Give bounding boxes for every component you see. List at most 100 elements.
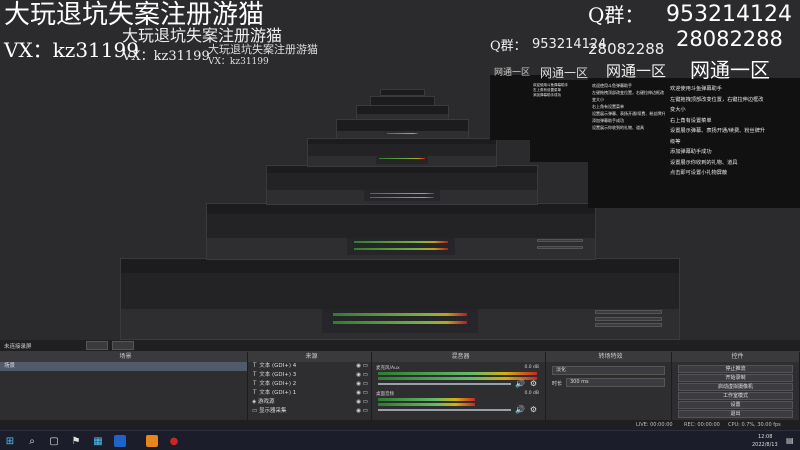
- overlay-vx-echo: VX：kz31199: [122, 49, 210, 64]
- studio-mode-button[interactable]: 工作室模式: [678, 392, 793, 400]
- scenes-dock: 场景 场景 + − ∧ ∨: [0, 352, 248, 430]
- windows-taskbar: ⊞ ⌕ ▢ ⚑ ▦ ● 12:08 2022/8/13 ▤: [0, 430, 800, 450]
- source-item[interactable]: ◈ 游戏源 ◉ ▭: [248, 398, 371, 407]
- duration-input[interactable]: 300 ms: [566, 378, 665, 387]
- eye-icon[interactable]: ◉: [356, 380, 361, 389]
- live-time: LIVE: 00:00:00: [636, 422, 673, 428]
- danmaku-assistant-panel[interactable]: 欢迎使用斗鱼弹幕助手 左键拖拽顶部改变位置，右键拉伸边框改 变大小 右上角有设置…: [665, 78, 800, 208]
- transition-select[interactable]: 淡化: [552, 366, 665, 375]
- obs-menubar: 未连接录屏: [0, 340, 800, 352]
- dock-toggle[interactable]: [112, 341, 134, 350]
- nested-preview-frame-1: [120, 258, 680, 340]
- mixer-header: 混音器: [372, 352, 545, 362]
- mixer-dock: 混音器 麦克风/Aux 0.0 dB 🔊 ⚙ 桌面音频 0.0 dB 🔊 ⚙: [372, 352, 546, 430]
- overlay-vendor-echo-3: 网通一区: [494, 68, 531, 78]
- speaker-icon[interactable]: 🔊: [515, 379, 525, 388]
- scene-item[interactable]: 场景: [0, 362, 247, 371]
- task-view-icon[interactable]: ▢: [48, 435, 60, 447]
- eye-icon[interactable]: ◉: [356, 362, 361, 371]
- mixer-channel-name: 桌面音频: [376, 392, 394, 397]
- window-title: 未连接录屏: [4, 344, 32, 350]
- audio-meter: [378, 372, 537, 375]
- overlay-vx-echo-2: VX：kz31199: [208, 57, 269, 67]
- eye-icon[interactable]: ◉: [356, 407, 361, 416]
- gear-icon[interactable]: ⚙: [530, 405, 537, 414]
- nested-preview-frame-7: [370, 96, 435, 106]
- nested-preview-frame-3: [266, 165, 538, 205]
- lock-icon[interactable]: ▭: [363, 362, 368, 371]
- volume-slider[interactable]: [378, 383, 511, 385]
- overlay-qq-number-echo-2: 28082288: [588, 40, 665, 58]
- source-item[interactable]: Ｔ 文本 (GDI+) 4 ◉ ▭: [248, 362, 371, 371]
- lock-icon[interactable]: ▭: [363, 389, 368, 398]
- speaker-icon[interactable]: 🔊: [515, 405, 525, 414]
- game-app-icon[interactable]: ⚑: [70, 435, 82, 447]
- stop-streaming-button[interactable]: 停止推流: [678, 365, 793, 373]
- obs-icon[interactable]: ●: [168, 435, 180, 447]
- clock-date: 2022/8/13: [752, 442, 778, 448]
- text-icon: Ｔ: [252, 372, 258, 378]
- monitor-icon: ▭: [252, 408, 258, 414]
- cpu-fps: CPU: 0.7%, 30.00 fps: [728, 422, 781, 428]
- eye-icon[interactable]: ◉: [356, 389, 361, 398]
- overlay-qq-number-1: 953214124: [666, 2, 792, 27]
- source-item[interactable]: ▭ 显示器采集 ◉ ▭: [248, 407, 371, 416]
- exit-button[interactable]: 退出: [678, 410, 793, 418]
- text-icon: Ｔ: [252, 381, 258, 387]
- overlay-title-echo-2: 大玩退坑失案注册游猫: [208, 43, 318, 56]
- lock-icon[interactable]: ▭: [363, 371, 368, 380]
- nested-preview-frame-4: [307, 138, 497, 167]
- windows-start-icon[interactable]: ⊞: [4, 435, 16, 447]
- store-icon[interactable]: ▦: [92, 435, 104, 447]
- clock-time: 12:08: [758, 434, 773, 440]
- danmaku-line: 点击即可设置小礼物屏蔽: [670, 170, 728, 176]
- app-icon-blue[interactable]: [114, 435, 126, 447]
- notification-icon[interactable]: ▤: [786, 436, 794, 445]
- source-item[interactable]: Ｔ 文本 (GDI+) 1 ◉ ▭: [248, 389, 371, 398]
- eye-icon[interactable]: ◉: [356, 398, 361, 407]
- app-icon-orange[interactable]: [146, 435, 158, 447]
- sources-header: 来源: [248, 352, 371, 362]
- gear-icon[interactable]: ⚙: [530, 379, 537, 388]
- overlay-title-echo: 大玩退坑失案注册游猫: [122, 26, 283, 45]
- rec-time: REC: 00:00:00: [684, 422, 720, 428]
- danmaku-line: 右上角有设置菜单: [670, 117, 712, 124]
- mixer-channel-db: 0.0 dB: [524, 365, 539, 370]
- danmaku-line: 级等: [670, 138, 681, 145]
- danmaku-line: 添加弹幕助手成功: [670, 149, 712, 155]
- danmaku-line: 设置展示你收到的礼物、道具: [670, 159, 738, 166]
- scenes-header: 场景: [0, 352, 247, 362]
- start-recording-button[interactable]: 开始录制: [678, 374, 793, 382]
- settings-toggle[interactable]: [86, 341, 108, 350]
- sources-dock: 来源 Ｔ 文本 (GDI+) 4 ◉ ▭ Ｔ 文本 (GDI+) 3 ◉ ▭ Ｔ 文本 …: [248, 352, 372, 430]
- controls-dock: 控件 停止推流 开始录制 启动虚拟摄像机 工作室模式 设置 退出: [672, 352, 800, 430]
- status-bar: LIVE: 00:00:00 REC: 00:00:00 CPU: 0.7%, …: [0, 420, 800, 430]
- virtual-camera-button[interactable]: 启动虚拟摄像机: [678, 383, 793, 391]
- overlay-qq-label-echo: Q群：: [490, 39, 527, 54]
- danmaku-line: 欢迎使用斗鱼弹幕助手: [670, 86, 722, 92]
- danmaku-panel-small-1: 欢迎使用斗鱼弹幕助手 左键拖拽顶部改变位置，右键拉伸边框改 变大小 右上角有设置…: [588, 78, 668, 208]
- settings-button[interactable]: 设置: [678, 401, 793, 409]
- audio-meter: [378, 377, 537, 380]
- source-item[interactable]: Ｔ 文本 (GDI+) 3 ◉ ▭: [248, 371, 371, 380]
- eye-icon[interactable]: ◉: [356, 371, 361, 380]
- overlay-qq-label: Q群：: [588, 3, 645, 27]
- audio-meter: [378, 398, 475, 401]
- volume-slider[interactable]: [378, 409, 511, 411]
- overlay-title: 大玩退坑失案注册游猫: [4, 0, 265, 30]
- nested-preview-frame-8: [380, 89, 425, 96]
- source-item[interactable]: Ｔ 文本 (GDI+) 2 ◉ ▭: [248, 380, 371, 389]
- danmaku-line: 设置展示弹幕、表扬开通/续费、粉丝牌升: [670, 128, 766, 134]
- lock-icon[interactable]: ▭: [363, 398, 368, 407]
- audio-meter: [378, 403, 475, 406]
- overlay-qq-number-2: 28082288: [676, 27, 783, 51]
- danmaku-line: 左键拖拽顶部改变位置，右键拉伸边框改: [670, 96, 764, 103]
- search-icon[interactable]: ⌕: [26, 435, 38, 447]
- transitions-dock: 转场特效 淡化 时长 300 ms: [546, 352, 672, 430]
- nested-preview-frame-6: [356, 105, 449, 120]
- lock-icon[interactable]: ▭: [363, 407, 368, 416]
- overlay-vendor-echo-2: 网通一区: [540, 66, 589, 80]
- overlay-vendor: 网通一区: [690, 58, 770, 82]
- lock-icon[interactable]: ▭: [363, 380, 368, 389]
- nested-preview-frame-5: [336, 119, 469, 139]
